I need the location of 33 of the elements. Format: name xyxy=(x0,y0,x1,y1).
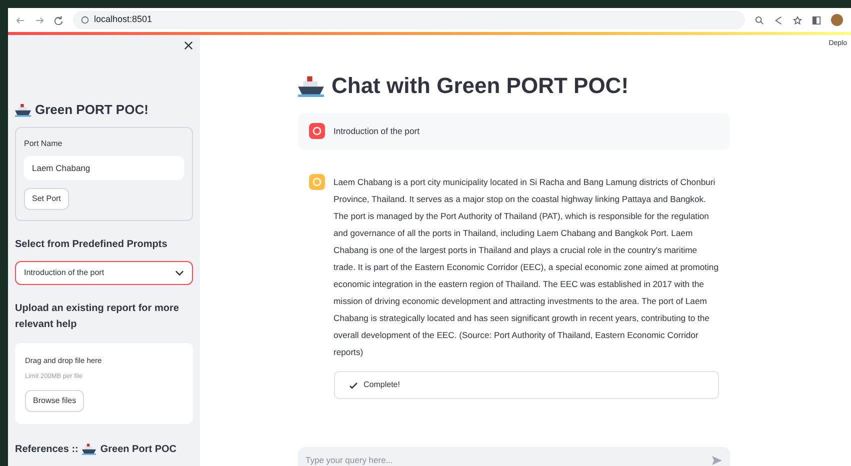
back-icon[interactable] xyxy=(16,16,25,24)
address-bar[interactable]: localhost:8501 xyxy=(73,11,745,29)
prompts-label: Select from Predefined Prompts xyxy=(15,238,168,252)
sidebar-title: Green PORT POC! xyxy=(15,102,193,118)
chat-placeholder: Type your query here... xyxy=(306,454,393,466)
avatar-icon[interactable] xyxy=(831,14,843,26)
references-label: References :: xyxy=(15,442,78,457)
reload-icon[interactable] xyxy=(54,16,63,24)
status-text: Complete! xyxy=(364,379,400,392)
close-icon[interactable] xyxy=(184,41,193,50)
page-title: Chat with Green PORT POC! xyxy=(298,73,730,100)
ship-icon xyxy=(298,75,324,98)
port-name-field[interactable]: Laem Chabang xyxy=(24,156,184,180)
forward-icon[interactable] xyxy=(35,16,44,24)
ship-icon xyxy=(82,443,96,456)
upload-label: Upload an existing report for more relevant help xyxy=(15,302,180,332)
browse-files-button[interactable]: Browse files xyxy=(25,390,84,412)
check-icon xyxy=(348,382,358,389)
share-icon[interactable] xyxy=(774,16,783,24)
port-name-label: Port Name xyxy=(24,138,64,150)
ship-icon xyxy=(15,102,31,117)
assistant-avatar-icon xyxy=(308,174,324,190)
url-text: localhost:8501 xyxy=(94,13,152,26)
message-text: Introduction of the port xyxy=(334,125,420,138)
set-port-button[interactable]: Set Port xyxy=(24,188,69,210)
references-name: Green Port POC xyxy=(100,442,176,457)
chevron-icon xyxy=(175,270,184,276)
prompt-select[interactable]: Introduction of the port xyxy=(15,260,193,285)
sidebar-icon[interactable] xyxy=(812,16,821,24)
zoom-icon[interactable] xyxy=(755,16,764,24)
star-icon[interactable] xyxy=(793,16,802,24)
user-avatar-icon xyxy=(308,123,324,140)
message-text: Laem Chabang is a port city municipality located in Si Racha and Bang Lamung districts of Chonburi Province, Thailand. It serves as a major stop on the coastal highway linking Pattaya and Bangkok. The port is managed by the Port Authority of Thailand (PAT), which is responsible for the regulation and governance of all the ports in Thailand, including Laem Chabang and Bangkok Port. Laem Chabang is one of the largest ports in Thailand and plays a crucial role in the country's maritime trade. It is part of the Eastern Economic Corridor (EEC), a special economic zone aimed at promoting economic integration in the eastern region of Thailand. The EEC was established in 2017 with the mission of driving economic development and attracting investments to the area. The port of Laem Chabang is strategically located and has seen significant growth in recent years, contributing to the overall development of the EEC. (Source: Port Authority of Thailand, Eastern Economic Corridor reports) xyxy=(334,176,718,360)
